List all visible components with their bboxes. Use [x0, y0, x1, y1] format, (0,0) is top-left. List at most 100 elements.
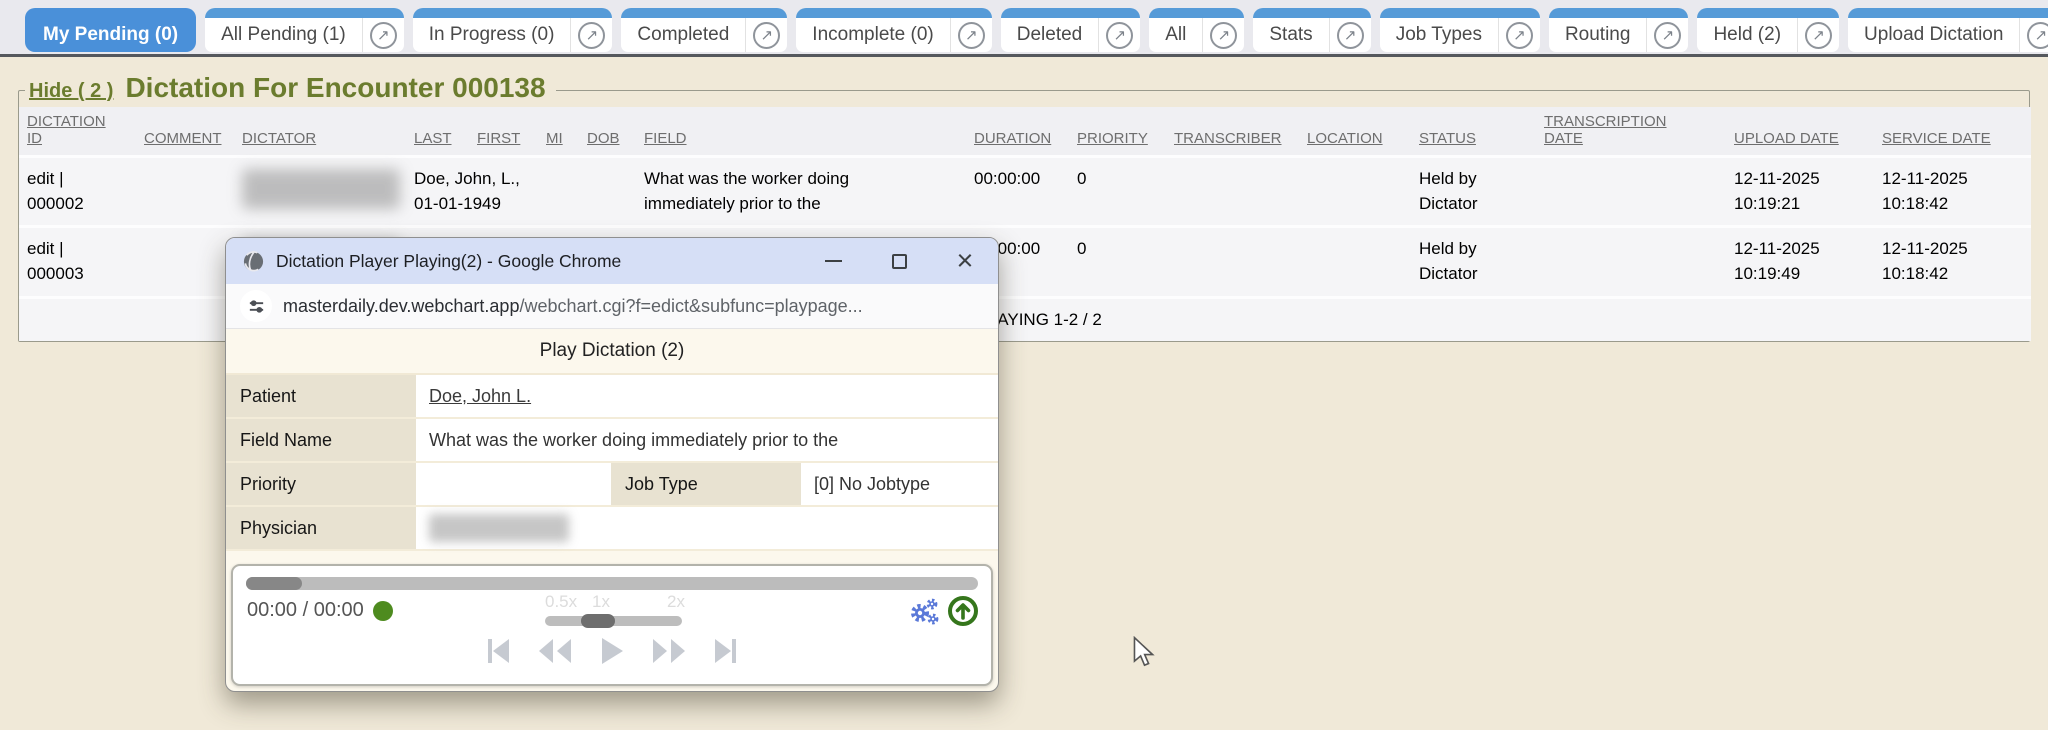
col-status[interactable]: STATUS	[1411, 107, 1536, 157]
globe-icon	[242, 250, 265, 273]
tab-label: Incomplete (0)	[796, 24, 949, 46]
col-transcription-date[interactable]: TRANSCRIPTION DATE	[1536, 107, 1726, 157]
speed-label-05x: 0.5x	[545, 592, 577, 612]
speed-label-1x: 1x	[592, 592, 610, 612]
tab-stats[interactable]: Stats ↗	[1253, 8, 1370, 52]
window-title: Dictation Player Playing(2) - Google Chr…	[276, 251, 816, 272]
panel-legend: Hide ( 2 ) Dictation For Encounter 00013…	[25, 72, 556, 104]
external-link-icon[interactable]: ↗	[362, 18, 404, 52]
transport-controls	[233, 636, 991, 666]
tab-label: Job Types	[1380, 24, 1498, 46]
maximize-button[interactable]	[882, 244, 916, 278]
col-last[interactable]: LAST	[406, 107, 469, 157]
priority-value	[416, 463, 611, 505]
field-name-label: Field Name	[226, 419, 416, 461]
close-icon: ×	[957, 247, 974, 276]
tab-label: All	[1149, 24, 1202, 46]
external-link-icon[interactable]: ↗	[1202, 18, 1244, 52]
skip-start-button[interactable]	[485, 636, 511, 666]
address-bar[interactable]: masterdaily.dev.webchart.app/webchart.cg…	[226, 284, 998, 329]
external-link-icon[interactable]: ↗	[1098, 18, 1140, 52]
patient-row: Patient Doe, John L.	[226, 375, 998, 419]
cell-edit-link[interactable]: edit | 000003	[19, 227, 136, 297]
tab-label: Deleted	[1001, 24, 1099, 46]
fast-forward-button[interactable]	[652, 636, 686, 666]
col-mi[interactable]: MI	[538, 107, 579, 157]
window-title-bar[interactable]: Dictation Player Playing(2) - Google Chr…	[226, 238, 998, 284]
cell-edit-link[interactable]: edit | 000002	[19, 157, 136, 227]
tab-completed[interactable]: Completed ↗	[621, 8, 787, 52]
cell-service-date: 12-11-2025 10:18:42	[1874, 227, 2031, 297]
tab-job-types[interactable]: Job Types ↗	[1380, 8, 1540, 52]
tab-label: My Pending (0)	[25, 24, 196, 46]
cell-transcriber	[1166, 157, 1299, 227]
external-link-icon[interactable]: ↗	[1797, 18, 1839, 52]
col-dob[interactable]: DOB	[579, 107, 636, 157]
seek-bar[interactable]	[246, 577, 978, 590]
tab-bar: My Pending (0) All Pending (1) ↗ In Prog…	[0, 0, 2048, 57]
skip-end-button[interactable]	[713, 636, 739, 666]
col-transcriber[interactable]: TRANSCRIBER	[1166, 107, 1299, 157]
col-dictator[interactable]: DICTATOR	[234, 107, 406, 157]
col-priority[interactable]: PRIORITY	[1069, 107, 1166, 157]
col-duration[interactable]: DURATION	[966, 107, 1069, 157]
playback-time: 00:00 / 00:00	[247, 599, 393, 622]
tab-incomplete[interactable]: Incomplete (0) ↗	[796, 8, 991, 52]
col-first[interactable]: FIRST	[469, 107, 538, 157]
rewind-button[interactable]	[538, 636, 572, 666]
site-info-icon[interactable]	[240, 290, 272, 322]
tab-held[interactable]: Held (2) ↗	[1697, 8, 1839, 52]
patient-link[interactable]: Doe, John L.	[429, 386, 531, 407]
speed-slider[interactable]	[545, 616, 682, 626]
external-link-icon[interactable]: ↗	[1646, 18, 1688, 52]
col-upload-date[interactable]: UPLOAD DATE	[1726, 107, 1874, 157]
tab-my-pending[interactable]: My Pending (0)	[25, 8, 196, 52]
external-link-icon[interactable]: ↗	[950, 18, 992, 52]
tab-in-progress[interactable]: In Progress (0) ↗	[413, 8, 613, 52]
priority-jobtype-row: Priority Job Type [0] No Jobtype	[226, 463, 998, 507]
minimize-button[interactable]	[816, 244, 850, 278]
external-link-icon[interactable]: ↗	[2019, 18, 2048, 52]
col-location[interactable]: LOCATION	[1299, 107, 1411, 157]
col-dictation-id[interactable]: DICTATION ID	[19, 107, 136, 157]
col-field[interactable]: FIELD	[636, 107, 966, 157]
external-link-icon[interactable]: ↗	[570, 18, 612, 52]
col-service-date[interactable]: SERVICE DATE	[1874, 107, 2031, 157]
play-dictation-heading: Play Dictation (2)	[226, 329, 998, 375]
tab-deleted[interactable]: Deleted ↗	[1001, 8, 1141, 52]
speed-slider-thumb[interactable]	[581, 614, 615, 628]
tab-all-pending[interactable]: All Pending (1) ↗	[205, 8, 404, 52]
upload-audio-icon[interactable]	[947, 595, 979, 632]
physician-row: Physician	[226, 507, 998, 551]
table-row: edit | 000002 Doe, John, L., 01-01-1949 …	[19, 157, 2031, 227]
play-button[interactable]	[599, 636, 625, 666]
tab-routing[interactable]: Routing ↗	[1549, 8, 1689, 52]
status-dot	[373, 601, 393, 621]
tab-label: In Progress (0)	[413, 24, 571, 46]
field-name-row: Field Name What was the worker doing imm…	[226, 419, 998, 463]
hide-link[interactable]: Hide ( 2 )	[29, 80, 113, 103]
field-name-value: What was the worker doing immediately pr…	[416, 419, 998, 461]
job-type-label: Job Type	[611, 463, 801, 505]
cell-location	[1299, 157, 1411, 227]
table-header-row: DICTATION ID COMMENT DICTATOR LAST FIRST…	[19, 107, 2031, 157]
cell-patient-name-dob: Doe, John, L., 01-01-1949	[406, 157, 636, 227]
external-link-icon[interactable]: ↗	[745, 18, 787, 52]
external-link-icon[interactable]: ↗	[1498, 18, 1540, 52]
cell-upload-date: 12-11-2025 10:19:21	[1726, 157, 1874, 227]
tab-label: All Pending (1)	[205, 24, 362, 46]
tab-label: Held (2)	[1697, 24, 1797, 46]
external-link-icon[interactable]: ↗	[1329, 18, 1371, 52]
cell-upload-date: 12-11-2025 10:19:49	[1726, 227, 1874, 297]
url-text: masterdaily.dev.webchart.app/webchart.cg…	[283, 296, 863, 317]
cell-transcription-date	[1536, 227, 1726, 297]
seek-thumb[interactable]	[246, 577, 302, 590]
tab-all[interactable]: All ↗	[1149, 8, 1244, 52]
settings-gears-icon[interactable]	[908, 595, 940, 632]
speed-label-2x: 2x	[667, 592, 685, 612]
col-comment[interactable]: COMMENT	[136, 107, 234, 157]
tab-upload-dictation[interactable]: Upload Dictation ↗	[1848, 8, 2048, 52]
speed-control: 0.5x 1x 2x	[545, 592, 682, 632]
cell-transcription-date	[1536, 157, 1726, 227]
close-button[interactable]: ×	[948, 244, 982, 278]
